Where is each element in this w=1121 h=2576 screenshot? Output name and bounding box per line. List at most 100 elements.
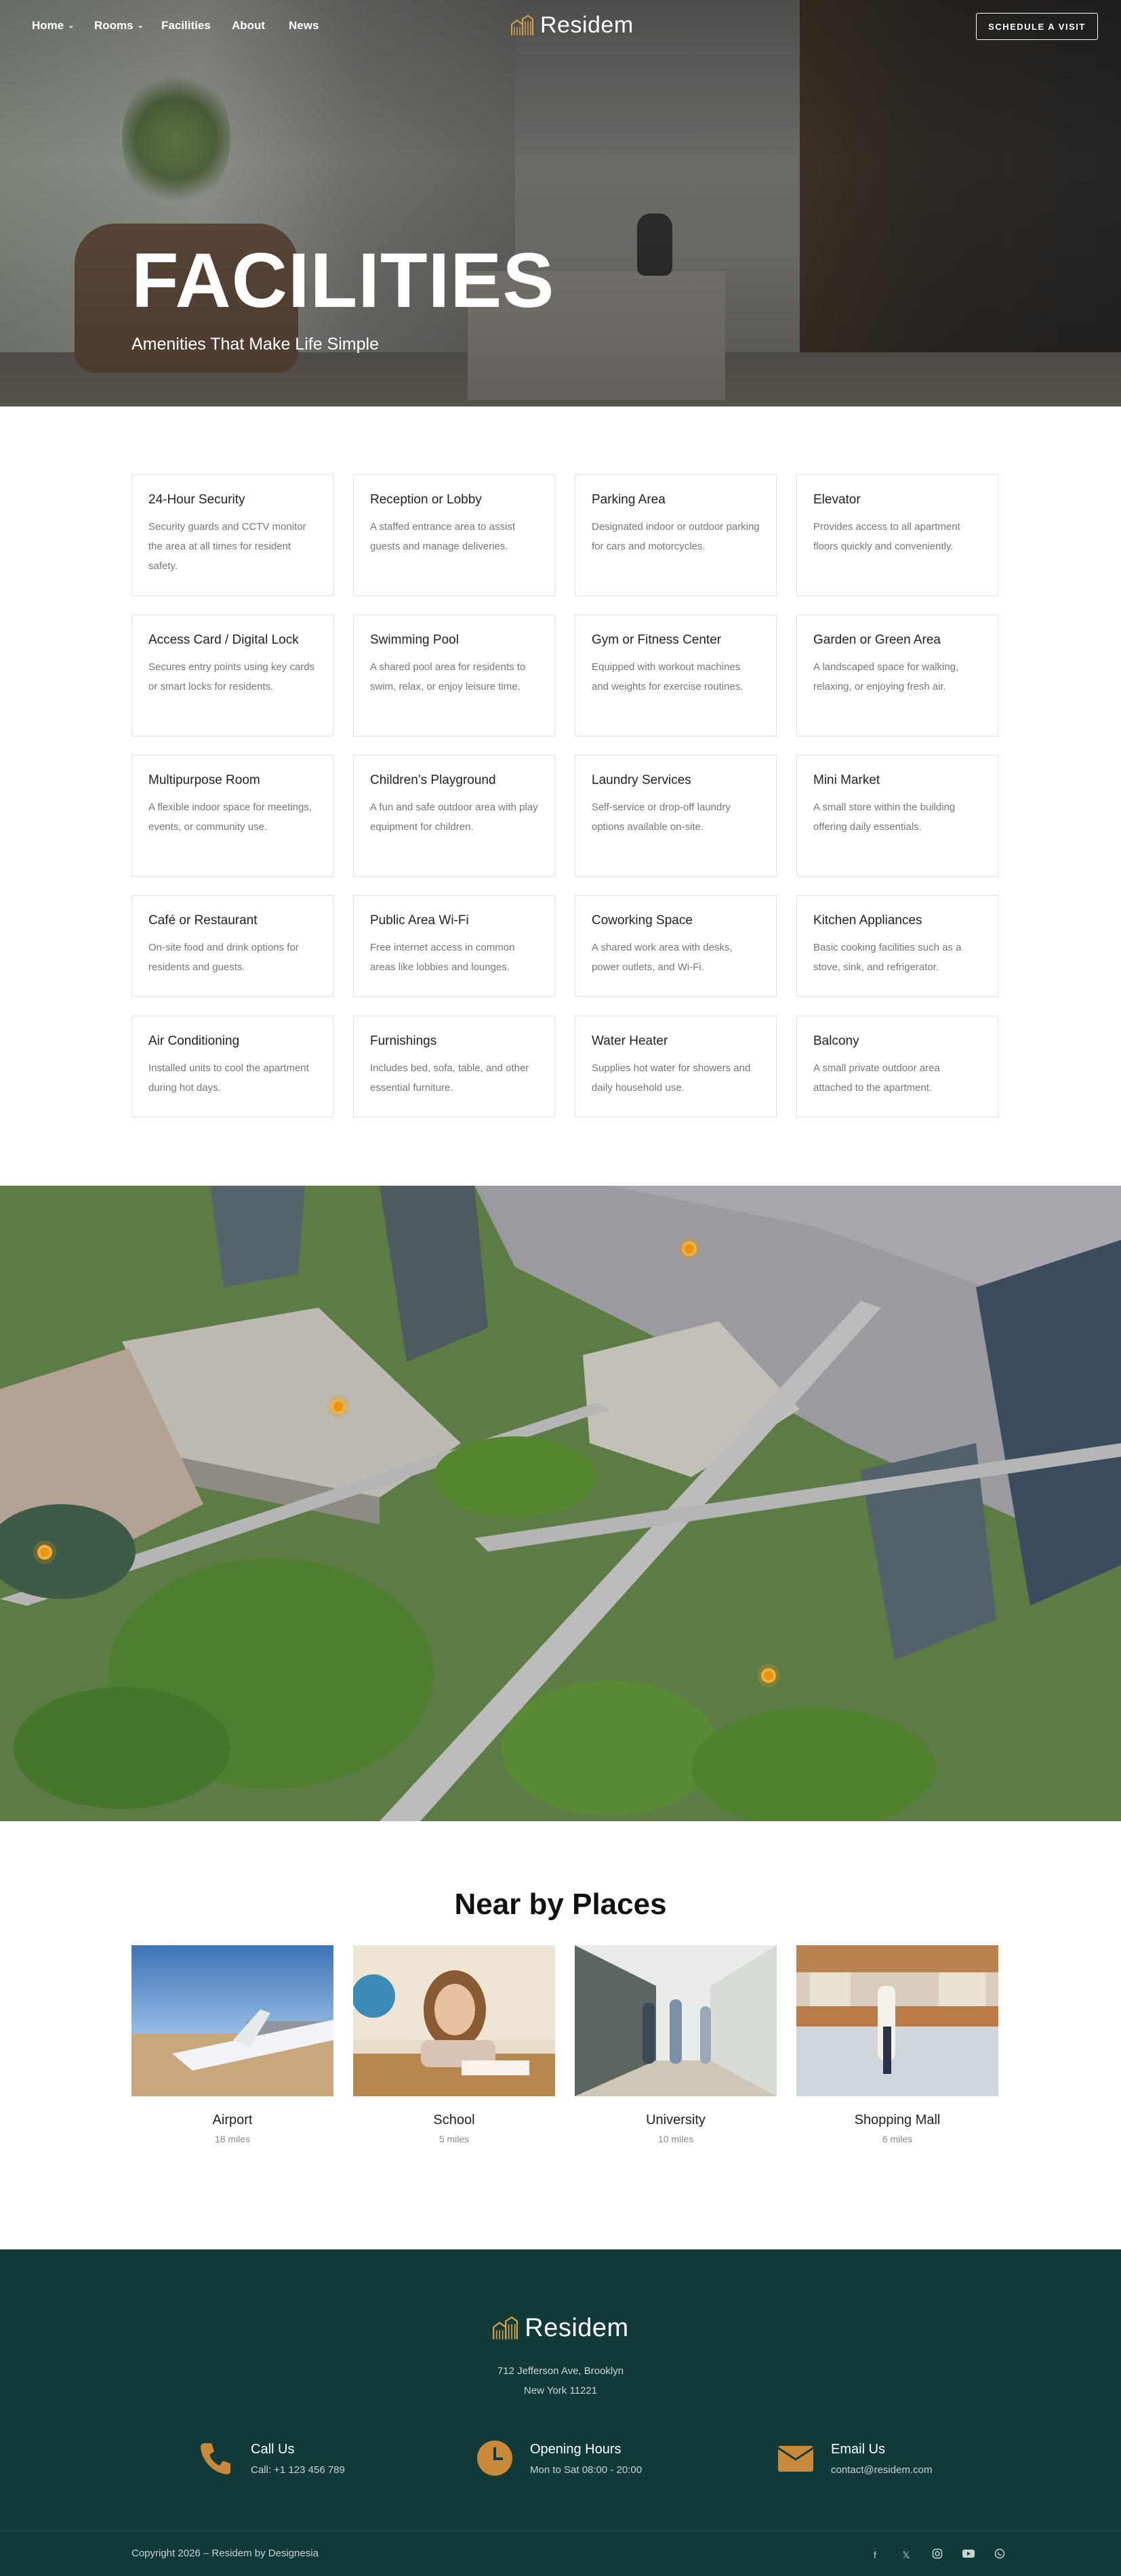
aerial-city-image bbox=[0, 1186, 1121, 1821]
facebook-icon[interactable]: f bbox=[868, 2548, 882, 2562]
map-pin-icon[interactable] bbox=[761, 1668, 776, 1683]
page-subtitle: Amenities That Make Life Simple bbox=[131, 335, 379, 354]
facility-desc: Equipped with workout machines and weigh… bbox=[592, 661, 743, 692]
facility-title: Café or Restaurant bbox=[148, 913, 258, 928]
facility-card: 24-Hour Security Security guards and CCTV… bbox=[131, 474, 333, 596]
facility-desc: A small private outdoor area attached to… bbox=[813, 1062, 940, 1094]
facility-card: Swimming Pool A shared pool area for resi… bbox=[353, 615, 555, 736]
facility-card: Kitchen Appliances Basic cooking faciliti… bbox=[796, 895, 998, 997]
footer: Residem 712 Jefferson Ave, Brooklyn New … bbox=[0, 2249, 1121, 2576]
map-pin-icon[interactable] bbox=[331, 1399, 346, 1414]
main-nav: Home ⌄ Rooms ⌄ Facilities About News Resid… bbox=[0, 0, 1121, 54]
phone-icon bbox=[201, 2443, 230, 2474]
nav-facilities[interactable]: Facilities bbox=[161, 19, 211, 33]
place-name: Airport bbox=[212, 2113, 253, 2127]
facility-title: Reception or Lobby bbox=[370, 493, 482, 507]
hero-section: Home ⌄ Rooms ⌄ Facilities About News Resid… bbox=[0, 0, 1121, 407]
facility-desc: A staffed entrance area to assist guests… bbox=[370, 521, 516, 552]
airport-image bbox=[131, 1945, 333, 2096]
youtube-icon[interactable] bbox=[962, 2548, 975, 2562]
contact-email[interactable]: Email Us contact@residem.com bbox=[777, 2439, 932, 2477]
place-name: University bbox=[646, 2113, 706, 2127]
facility-desc: A small store within the building offeri… bbox=[813, 802, 956, 833]
facility-title: Water Heater bbox=[592, 1034, 668, 1048]
facility-desc: Provides access to all apartment floors … bbox=[813, 521, 960, 552]
facility-title: 24-Hour Security bbox=[148, 493, 245, 507]
facility-title: Multipurpose Room bbox=[148, 773, 260, 787]
facility-card: Parking Area Designated indoor or outdoor… bbox=[575, 474, 777, 596]
school-image bbox=[353, 1945, 555, 2096]
nearby-title: Near by Places bbox=[454, 1888, 667, 1921]
university-image bbox=[575, 1945, 777, 2096]
instagram-icon[interactable] bbox=[931, 2548, 944, 2562]
facility-card: Public Area Wi-Fi Free internet access in… bbox=[353, 895, 555, 997]
place-card-university[interactable]: University 10 miles bbox=[575, 1945, 777, 2144]
contact-text: contact@residem.com bbox=[831, 2464, 933, 2476]
facility-title: Air Conditioning bbox=[148, 1034, 240, 1048]
facility-title: Furnishings bbox=[370, 1034, 437, 1048]
facility-title: Gym or Fitness Center bbox=[592, 633, 722, 647]
nav-home[interactable]: Home ⌄ bbox=[32, 19, 74, 33]
nav-rooms[interactable]: Rooms ⌄ bbox=[94, 19, 144, 33]
place-distance: 6 miles bbox=[882, 2134, 913, 2144]
facility-title: Access Card / Digital Lock bbox=[148, 633, 299, 647]
place-distance: 5 miles bbox=[439, 2134, 470, 2144]
footer-address: 712 Jefferson Ave, Brooklyn New York 112… bbox=[497, 2365, 624, 2396]
brand-name: Residem bbox=[540, 12, 634, 38]
facility-card: Access Card / Digital Lock Secures entry … bbox=[131, 615, 333, 736]
contact-call[interactable]: Call Us Call: +1 123 456 789 bbox=[197, 2439, 345, 2477]
facility-card: Laundry Services Self-service or drop-off… bbox=[575, 755, 777, 877]
facility-card: Mini Market A small store within the buil… bbox=[796, 755, 998, 877]
place-card-shopping-mall[interactable]: Shopping Mall 6 miles bbox=[796, 1945, 998, 2144]
envelope-icon bbox=[777, 2446, 814, 2472]
contact-text: Call: +1 123 456 789 bbox=[251, 2464, 345, 2476]
facility-desc: A flexible indoor space for meetings, ev… bbox=[148, 802, 312, 833]
whatsapp-icon[interactable] bbox=[993, 2548, 1006, 2562]
schedule-visit-button[interactable]: SCHEDULE A VISIT bbox=[976, 13, 1098, 40]
nav-news[interactable]: News bbox=[289, 19, 319, 33]
brand-logo[interactable]: Residem bbox=[510, 12, 634, 39]
clock-icon bbox=[477, 2440, 512, 2476]
facility-title: Kitchen Appliances bbox=[813, 913, 922, 928]
facility-desc: Designated indoor or outdoor parking for… bbox=[592, 521, 760, 552]
facility-title: Elevator bbox=[813, 493, 861, 507]
facility-card: Water Heater Supplies hot water for showe… bbox=[575, 1016, 777, 1117]
facility-card: Children’s Playground A fun and safe outd… bbox=[353, 755, 555, 877]
map-pin-icon[interactable] bbox=[37, 1545, 52, 1560]
facility-title: Coworking Space bbox=[592, 913, 693, 928]
place-card-school[interactable]: School 5 miles bbox=[353, 1945, 555, 2144]
contact-title: Call Us bbox=[251, 2442, 295, 2457]
social-links: f 𝕏 bbox=[851, 2548, 1006, 2562]
facility-desc: A landscaped space for walking, relaxing… bbox=[813, 661, 959, 692]
facility-desc: Secures entry points using key cards or … bbox=[148, 661, 315, 692]
contact-hours: Opening Hours Mon to Sat 08:00 - 20:00 bbox=[476, 2439, 642, 2477]
facility-title: Public Area Wi-Fi bbox=[370, 913, 469, 928]
footer-brand-name: Residem bbox=[525, 2314, 629, 2342]
place-name: Shopping Mall bbox=[854, 2113, 941, 2127]
facility-desc: Free internet access in common areas lik… bbox=[370, 942, 515, 973]
facility-title: Laundry Services bbox=[592, 773, 691, 787]
facility-card: Elevator Provides access to all apartment… bbox=[796, 474, 998, 596]
footer-brand[interactable]: Residem bbox=[0, 2314, 1121, 2343]
copyright: Copyright 2026 – Residem by Designesia bbox=[131, 2548, 319, 2559]
place-card-airport[interactable]: Airport 18 miles bbox=[131, 1945, 333, 2144]
facility-title: Garden or Green Area bbox=[813, 633, 941, 647]
x-icon[interactable]: 𝕏 bbox=[899, 2548, 913, 2562]
facility-card: Balcony A small private outdoor area atta… bbox=[796, 1016, 998, 1117]
place-name: School bbox=[433, 2113, 475, 2127]
facility-card: Garden or Green Area A landscaped space f… bbox=[796, 615, 998, 736]
facility-desc: Supplies hot water for showers and daily… bbox=[592, 1062, 751, 1094]
facility-card: Coworking Space A shared work area with d… bbox=[575, 895, 777, 997]
facility-desc: Includes bed, sofa, table, and other ess… bbox=[370, 1062, 529, 1094]
facility-desc: On-site food and drink options for resid… bbox=[148, 942, 299, 973]
building-logo-icon bbox=[493, 2316, 518, 2340]
nav-about[interactable]: About bbox=[232, 19, 265, 33]
facility-title: Balcony bbox=[813, 1034, 859, 1048]
contact-title: Opening Hours bbox=[530, 2442, 621, 2457]
page-title: FACILITIES bbox=[131, 238, 555, 324]
facility-desc: Basic cooking facilities such as a stove… bbox=[813, 942, 962, 973]
facility-card: Air Conditioning Installed units to cool … bbox=[131, 1016, 333, 1117]
facility-title: Children’s Playground bbox=[370, 773, 496, 787]
chevron-down-icon: ⌄ bbox=[137, 22, 144, 30]
map-pin-icon[interactable] bbox=[682, 1241, 697, 1256]
